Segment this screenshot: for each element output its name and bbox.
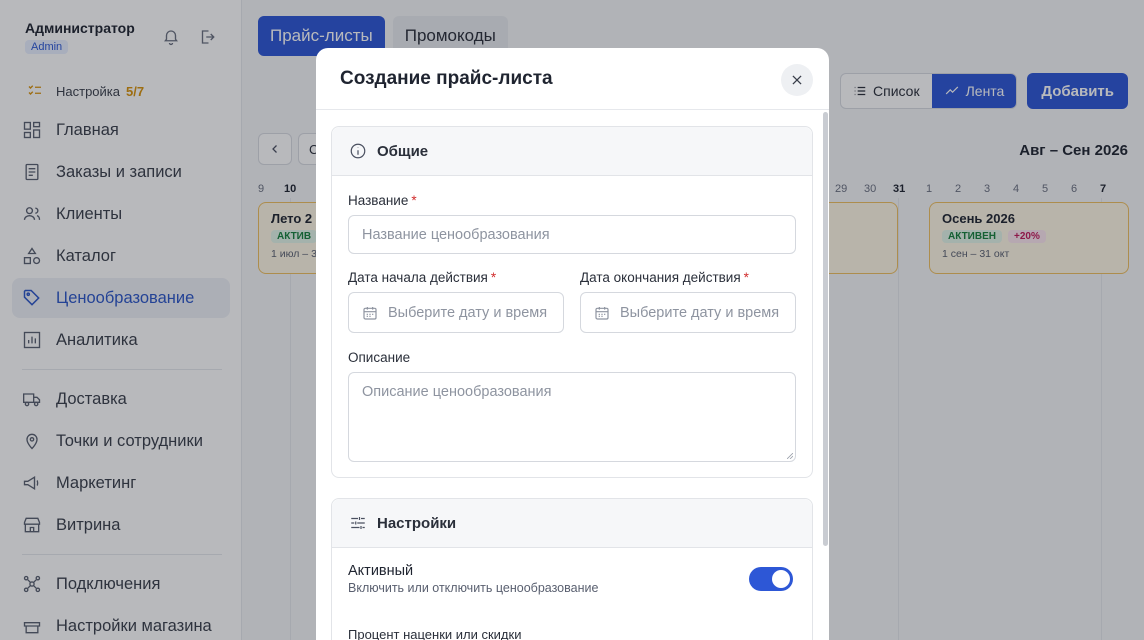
name-label-text: Название [348, 193, 409, 208]
end-date-placeholder: Выберите дату и время [620, 304, 780, 321]
modal-body: Общие Название * Название ценообразования… [316, 110, 821, 640]
general-section-title: Общие [377, 142, 429, 160]
required-mark: * [490, 270, 497, 285]
active-toggle[interactable] [749, 567, 793, 591]
start-date-label: Дата начала действия * [348, 270, 496, 285]
calendar-icon [595, 306, 609, 320]
settings-section: Настройки Активный Включить или отключит… [331, 498, 813, 640]
start-date-picker[interactable]: Выберите дату и время [348, 292, 564, 333]
calendar-icon [363, 306, 377, 320]
description-textarea[interactable]: Описание ценообразования [348, 372, 796, 462]
end-date-label-text: Дата окончания действия [580, 270, 741, 285]
start-date-label-text: Дата начала действия [348, 270, 488, 285]
modal-title: Создание прайс-листа [340, 68, 553, 89]
required-mark: * [411, 193, 417, 208]
end-date-label: Дата окончания действия * [580, 270, 749, 285]
required-mark: * [743, 270, 749, 285]
create-price-list-modal: Создание прайс-листа Общие Название * Наз… [316, 48, 829, 640]
end-date-picker[interactable]: Выберите дату и время [580, 292, 796, 333]
percent-label: Процент наценки или скидки [348, 627, 522, 640]
info-icon [350, 143, 366, 159]
general-section-header: Общие [332, 127, 812, 176]
settings-section-title: Настройки [377, 514, 457, 532]
name-input[interactable]: Название ценообразования [348, 215, 796, 254]
sliders-icon [351, 517, 365, 529]
close-button[interactable] [781, 64, 813, 96]
general-section: Общие Название * Название ценообразования… [331, 126, 813, 478]
name-label: Название * [348, 193, 417, 208]
toggle-knob [772, 570, 790, 588]
active-setting-title: Активный [348, 563, 414, 579]
description-label: Описание [348, 350, 411, 365]
close-icon [792, 75, 802, 85]
modal-scrollbar[interactable] [823, 112, 828, 546]
name-input-placeholder: Название ценообразования [362, 226, 550, 243]
modal-header: Создание прайс-листа [316, 48, 829, 110]
start-date-placeholder: Выберите дату и время [388, 304, 548, 321]
settings-section-header: Настройки [332, 499, 812, 548]
description-placeholder: Описание ценообразования [362, 384, 552, 400]
active-setting-description: Включить или отключить ценообразование [348, 581, 599, 595]
resize-handle-icon[interactable] [787, 453, 793, 459]
